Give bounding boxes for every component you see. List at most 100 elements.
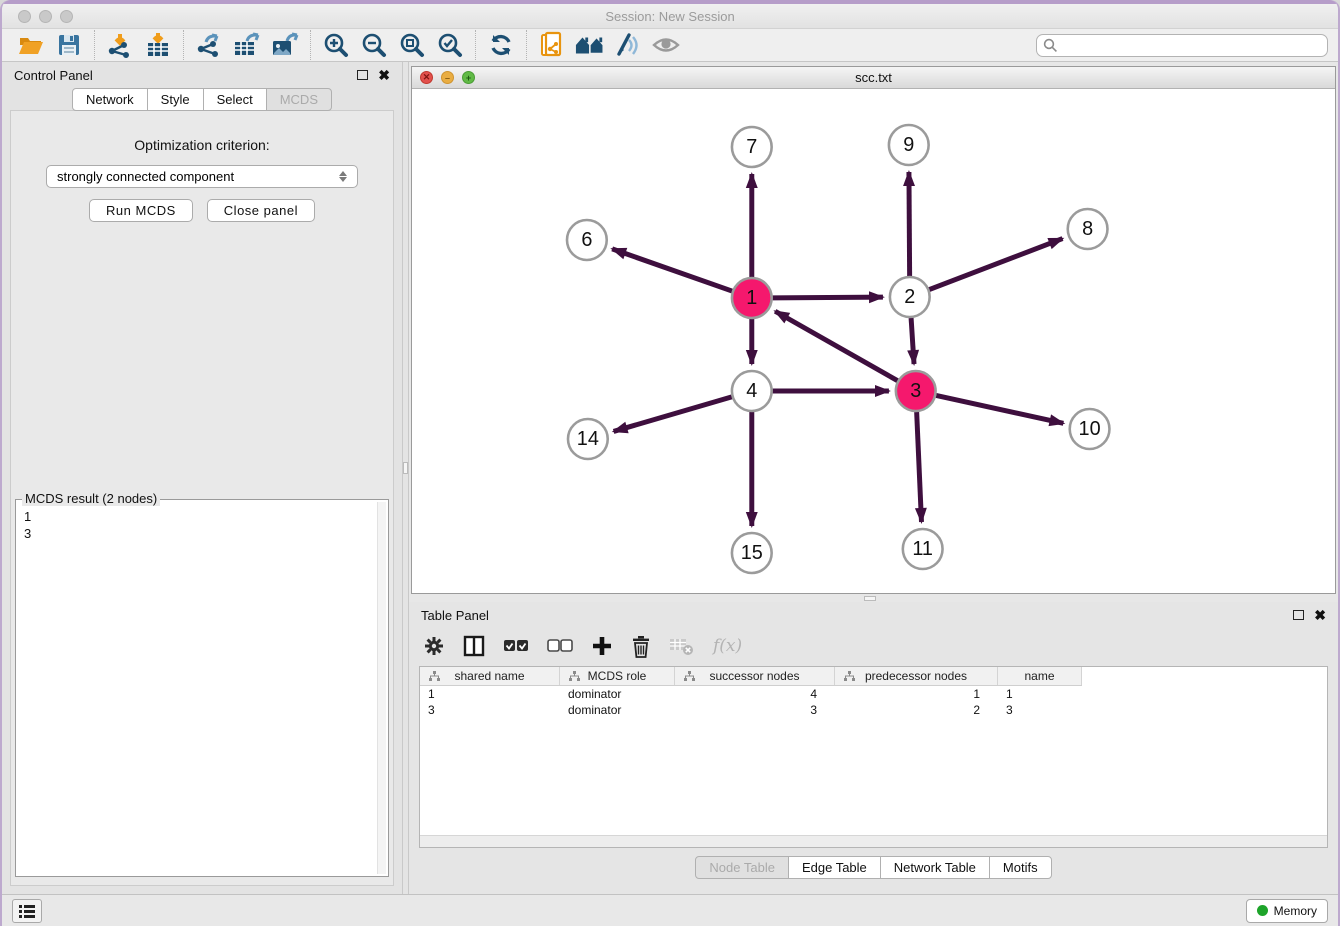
task-history-button[interactable] [12, 899, 42, 923]
graphics-details-button[interactable] [613, 31, 643, 59]
export-image-button[interactable] [270, 31, 300, 59]
import-table-button[interactable] [143, 31, 173, 59]
table-body: 1dominator4113dominator323 [420, 686, 1327, 718]
network-title: scc.txt [412, 70, 1335, 85]
node-table[interactable]: shared name MCDS role successor nodesprede… [419, 666, 1328, 848]
main-toolbar [2, 28, 1338, 62]
run-mcds-button[interactable]: Run MCDS [89, 199, 193, 222]
splitter-grip[interactable] [403, 462, 408, 474]
graph-node-label-9: 9 [903, 134, 914, 156]
graphics-details-icon [615, 32, 641, 58]
zoom-in-button[interactable] [321, 31, 351, 59]
open-session-button[interactable] [16, 31, 46, 59]
graph-edge-1-6[interactable] [612, 249, 732, 291]
apply-layout-button[interactable] [486, 31, 516, 59]
network-view-window: ✕ – + scc.txt 7968124314101511 [411, 66, 1336, 594]
table-row[interactable]: 1dominator411 [420, 686, 1327, 702]
tab-style[interactable]: Style [147, 88, 204, 111]
zoom-out-button[interactable] [359, 31, 389, 59]
network-window-titlebar: ✕ – + scc.txt [412, 67, 1335, 89]
column-header-predecessor-nodes[interactable]: predecessor nodes [835, 667, 998, 685]
float-panel-icon[interactable] [1293, 610, 1304, 620]
graph-node-label-3: 3 [910, 380, 921, 402]
show-hide-eye-button[interactable] [651, 31, 681, 59]
export-network-button[interactable] [194, 31, 224, 59]
criterion-select[interactable]: strongly connected component [46, 165, 358, 188]
first-neighbors-button[interactable] [575, 31, 605, 59]
graph-edge-3-10[interactable] [936, 395, 1063, 423]
tab-mcds[interactable]: MCDS [266, 88, 332, 111]
horizontal-splitter[interactable] [409, 594, 1338, 602]
column-header-shared-name[interactable]: shared name [420, 667, 560, 685]
search-box[interactable] [1036, 34, 1328, 57]
tab-motifs[interactable]: Motifs [989, 856, 1052, 879]
network-graph[interactable]: 7968124314101511 [412, 89, 1335, 593]
graph-node-label-8: 8 [1082, 218, 1093, 240]
delete-column-button[interactable] [631, 632, 651, 660]
column-header-successor-nodes[interactable]: successor nodes [675, 667, 835, 685]
app-titlebar: Session: New Session [2, 4, 1338, 28]
close-panel-button[interactable]: Close panel [207, 199, 315, 222]
close-panel-icon[interactable]: ✖ [1314, 610, 1326, 620]
table-horizontal-scrollbar[interactable] [420, 835, 1327, 847]
tab-node-table[interactable]: Node Table [695, 856, 789, 879]
graph-edge-3-11[interactable] [917, 412, 922, 522]
graph-edge-4-14[interactable] [614, 397, 732, 432]
mcds-result-text[interactable]: 1 3 [18, 502, 376, 874]
import-network-icon [107, 32, 133, 58]
add-column-button[interactable] [591, 632, 613, 660]
trash-icon [631, 635, 651, 658]
table-row[interactable]: 3dominator323 [420, 702, 1327, 718]
optimization-criterion-label: Optimization criterion: [11, 137, 393, 153]
deselect-all-button[interactable] [547, 632, 573, 660]
search-input[interactable] [1062, 38, 1321, 52]
graph-edge-3-1[interactable] [775, 311, 897, 380]
graph-node-label-4: 4 [746, 380, 757, 402]
table-cell: dominator [560, 687, 675, 701]
tab-network-table[interactable]: Network Table [880, 856, 990, 879]
table-cell: 3 [675, 703, 835, 717]
control-panel-title: Control Panel [14, 68, 93, 83]
select-all-button[interactable] [503, 632, 529, 660]
export-table-button[interactable] [232, 31, 262, 59]
refresh-icon [488, 32, 514, 58]
toolbar-separator [475, 30, 476, 60]
list-icon [19, 904, 35, 918]
zoom-selected-button[interactable] [435, 31, 465, 59]
select-arrows-icon [339, 171, 347, 182]
column-label: MCDS role [588, 669, 647, 683]
column-label: shared name [454, 669, 524, 683]
table-settings-button[interactable] [423, 632, 445, 660]
graph-edge-2-3[interactable] [911, 318, 914, 364]
tab-network[interactable]: Network [72, 88, 148, 111]
memory-button[interactable]: Memory [1246, 899, 1328, 923]
graph-edge-2-9[interactable] [909, 172, 910, 276]
graph-edge-2-8[interactable] [929, 239, 1062, 290]
close-panel-icon[interactable]: ✖ [378, 70, 390, 80]
zoom-fit-button[interactable] [397, 31, 427, 59]
status-bar: Memory [2, 894, 1338, 926]
criterion-value: strongly connected component [57, 169, 234, 184]
graph-node-label-15: 15 [741, 542, 763, 564]
tab-edge-table[interactable]: Edge Table [788, 856, 881, 879]
control-panel-header: Control Panel ✖ [2, 62, 402, 88]
eye-icon [652, 34, 680, 56]
tab-select[interactable]: Select [203, 88, 267, 111]
column-header-MCDS-role[interactable]: MCDS role [560, 667, 675, 685]
hierarchy-icon [429, 671, 440, 682]
float-panel-icon[interactable] [357, 70, 368, 80]
table-panel-title: Table Panel [421, 608, 489, 623]
new-network-from-selection-button[interactable] [537, 31, 567, 59]
result-scrollbar[interactable] [377, 502, 386, 874]
splitter-grip[interactable] [864, 596, 876, 601]
save-session-button[interactable] [54, 31, 84, 59]
import-network-button[interactable] [105, 31, 135, 59]
memory-label: Memory [1274, 904, 1317, 918]
column-header-name[interactable]: name [998, 667, 1082, 685]
graph-edge-1-2[interactable] [773, 297, 883, 298]
vertical-splitter[interactable] [402, 62, 409, 894]
zoom-out-icon [361, 32, 387, 58]
hierarchy-icon [569, 671, 580, 682]
network-canvas[interactable]: 7968124314101511 [412, 89, 1335, 593]
show-columns-button[interactable] [463, 632, 485, 660]
